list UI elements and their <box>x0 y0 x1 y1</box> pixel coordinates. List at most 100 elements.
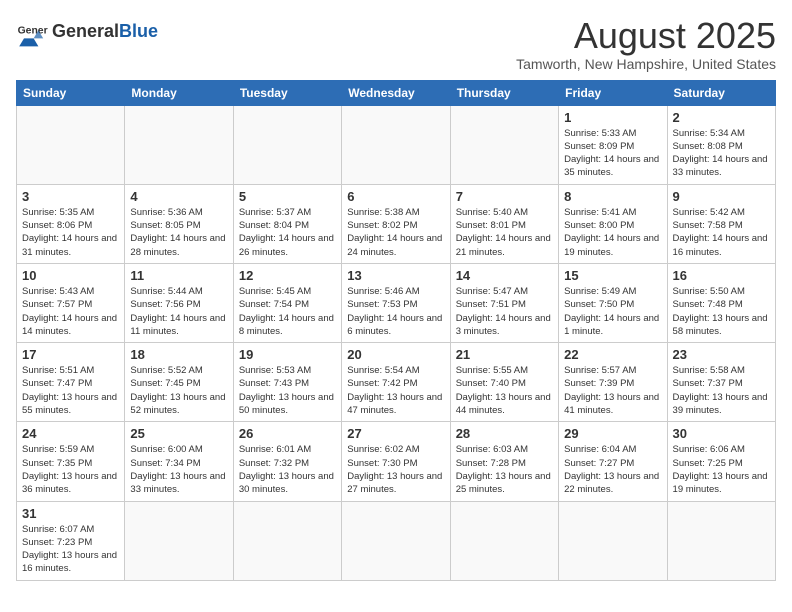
day-header-thursday: Thursday <box>450 80 558 105</box>
calendar-cell: 16 Sunrise: 5:50 AM Sunset: 7:48 PM Dayli… <box>667 263 775 342</box>
day-info: Sunrise: 5:36 AM Sunset: 8:05 PM Dayligh… <box>130 206 227 259</box>
day-number: 6 <box>347 189 444 204</box>
calendar-cell: 21 Sunrise: 5:55 AM Sunset: 7:40 PM Dayli… <box>450 343 558 422</box>
calendar-cell: 31 Sunrise: 6:07 AM Sunset: 7:23 PM Dayli… <box>17 501 125 580</box>
day-number: 31 <box>22 506 119 521</box>
calendar-cell: 20Sunrise: 5:54 AM Sunset: 7:42 PM Dayli… <box>342 343 450 422</box>
calendar-cell <box>233 105 341 184</box>
day-number: 1 <box>564 110 661 125</box>
calendar-cell <box>233 501 341 580</box>
day-number: 12 <box>239 268 336 283</box>
calendar-cell: 15 Sunrise: 5:49 AM Sunset: 7:50 PM Dayli… <box>559 263 667 342</box>
day-number: 14 <box>456 268 553 283</box>
calendar-cell: 14 Sunrise: 5:47 AM Sunset: 7:51 PM Dayli… <box>450 263 558 342</box>
day-info: Sunrise: 5:35 AM Sunset: 8:06 PM Dayligh… <box>22 206 119 259</box>
day-header-friday: Friday <box>559 80 667 105</box>
day-info: Sunrise: 5:51 AM Sunset: 7:47 PM Dayligh… <box>22 364 119 417</box>
day-number: 11 <box>130 268 227 283</box>
day-info: Sunrise: 5:33 AM Sunset: 8:09 PM Dayligh… <box>564 127 661 180</box>
day-info: Sunrise: 5:43 AM Sunset: 7:57 PM Dayligh… <box>22 285 119 338</box>
day-info: Sunrise: 5:53 AM Sunset: 7:43 PM Dayligh… <box>239 364 336 417</box>
calendar-cell <box>667 501 775 580</box>
calendar-cell: 30 Sunrise: 6:06 AM Sunset: 7:25 PM Dayli… <box>667 422 775 501</box>
day-info: Sunrise: 6:01 AM Sunset: 7:32 PM Dayligh… <box>239 443 336 496</box>
calendar-cell: 13 Sunrise: 5:46 AM Sunset: 7:53 PM Dayli… <box>342 263 450 342</box>
logo: General GeneralBlue <box>16 16 158 48</box>
day-info: Sunrise: 5:37 AM Sunset: 8:04 PM Dayligh… <box>239 206 336 259</box>
day-number: 8 <box>564 189 661 204</box>
day-info: Sunrise: 5:46 AM Sunset: 7:53 PM Dayligh… <box>347 285 444 338</box>
day-header-tuesday: Tuesday <box>233 80 341 105</box>
day-info: Sunrise: 5:47 AM Sunset: 7:51 PM Dayligh… <box>456 285 553 338</box>
day-number: 17 <box>22 347 119 362</box>
calendar-cell: 3Sunrise: 5:35 AM Sunset: 8:06 PM Daylig… <box>17 184 125 263</box>
day-info: Sunrise: 5:59 AM Sunset: 7:35 PM Dayligh… <box>22 443 119 496</box>
day-number: 7 <box>456 189 553 204</box>
day-number: 9 <box>673 189 770 204</box>
day-info: Sunrise: 5:44 AM Sunset: 7:56 PM Dayligh… <box>130 285 227 338</box>
calendar-cell: 24Sunrise: 5:59 AM Sunset: 7:35 PM Dayli… <box>17 422 125 501</box>
calendar-cell: 6 Sunrise: 5:38 AM Sunset: 8:02 PM Daylig… <box>342 184 450 263</box>
calendar-cell: 5Sunrise: 5:37 AM Sunset: 8:04 PM Daylig… <box>233 184 341 263</box>
logo-blue: Blue <box>119 21 158 41</box>
day-header-saturday: Saturday <box>667 80 775 105</box>
calendar-cell: 12 Sunrise: 5:45 AM Sunset: 7:54 PM Dayli… <box>233 263 341 342</box>
day-info: Sunrise: 5:49 AM Sunset: 7:50 PM Dayligh… <box>564 285 661 338</box>
calendar-week-row: 10 Sunrise: 5:43 AM Sunset: 7:57 PM Dayli… <box>17 263 776 342</box>
calendar-week-row: 1 Sunrise: 5:33 AM Sunset: 8:09 PM Daylig… <box>17 105 776 184</box>
calendar-cell: 29Sunrise: 6:04 AM Sunset: 7:27 PM Dayli… <box>559 422 667 501</box>
day-number: 20 <box>347 347 444 362</box>
day-number: 10 <box>22 268 119 283</box>
day-number: 30 <box>673 426 770 441</box>
logo-text-block: GeneralBlue <box>52 22 158 42</box>
day-number: 22 <box>564 347 661 362</box>
page-header: General GeneralBlue August 2025 Tamworth… <box>16 16 776 72</box>
calendar-cell <box>342 105 450 184</box>
day-info: Sunrise: 5:40 AM Sunset: 8:01 PM Dayligh… <box>456 206 553 259</box>
calendar-cell <box>342 501 450 580</box>
day-info: Sunrise: 5:42 AM Sunset: 7:58 PM Dayligh… <box>673 206 770 259</box>
calendar-cell: 23Sunrise: 5:58 AM Sunset: 7:37 PM Dayli… <box>667 343 775 422</box>
calendar-week-row: 24Sunrise: 5:59 AM Sunset: 7:35 PM Dayli… <box>17 422 776 501</box>
day-info: Sunrise: 6:04 AM Sunset: 7:27 PM Dayligh… <box>564 443 661 496</box>
title-block: August 2025 Tamworth, New Hampshire, Uni… <box>516 16 776 72</box>
day-number: 13 <box>347 268 444 283</box>
day-header-wednesday: Wednesday <box>342 80 450 105</box>
day-info: Sunrise: 5:52 AM Sunset: 7:45 PM Dayligh… <box>130 364 227 417</box>
calendar-cell: 2Sunrise: 5:34 AM Sunset: 8:08 PM Daylig… <box>667 105 775 184</box>
day-number: 4 <box>130 189 227 204</box>
calendar-cell <box>125 501 233 580</box>
day-info: Sunrise: 6:00 AM Sunset: 7:34 PM Dayligh… <box>130 443 227 496</box>
day-number: 15 <box>564 268 661 283</box>
logo-icon: General <box>16 16 48 48</box>
day-info: Sunrise: 5:41 AM Sunset: 8:00 PM Dayligh… <box>564 206 661 259</box>
calendar-cell <box>17 105 125 184</box>
calendar-cell: 22 Sunrise: 5:57 AM Sunset: 7:39 PM Dayli… <box>559 343 667 422</box>
calendar-cell: 28 Sunrise: 6:03 AM Sunset: 7:28 PM Dayli… <box>450 422 558 501</box>
calendar-cell: 8 Sunrise: 5:41 AM Sunset: 8:00 PM Daylig… <box>559 184 667 263</box>
day-info: Sunrise: 6:07 AM Sunset: 7:23 PM Dayligh… <box>22 523 119 576</box>
calendar-week-row: 31 Sunrise: 6:07 AM Sunset: 7:23 PM Dayli… <box>17 501 776 580</box>
calendar-cell <box>125 105 233 184</box>
calendar-cell <box>559 501 667 580</box>
calendar-cell: 10 Sunrise: 5:43 AM Sunset: 7:57 PM Dayli… <box>17 263 125 342</box>
day-info: Sunrise: 5:45 AM Sunset: 7:54 PM Dayligh… <box>239 285 336 338</box>
day-number: 16 <box>673 268 770 283</box>
day-number: 2 <box>673 110 770 125</box>
day-info: Sunrise: 6:03 AM Sunset: 7:28 PM Dayligh… <box>456 443 553 496</box>
day-number: 18 <box>130 347 227 362</box>
day-number: 28 <box>456 426 553 441</box>
calendar-week-row: 17 Sunrise: 5:51 AM Sunset: 7:47 PM Dayli… <box>17 343 776 422</box>
day-number: 21 <box>456 347 553 362</box>
day-info: Sunrise: 5:50 AM Sunset: 7:48 PM Dayligh… <box>673 285 770 338</box>
day-info: Sunrise: 5:57 AM Sunset: 7:39 PM Dayligh… <box>564 364 661 417</box>
day-info: Sunrise: 5:55 AM Sunset: 7:40 PM Dayligh… <box>456 364 553 417</box>
calendar-cell: 25Sunrise: 6:00 AM Sunset: 7:34 PM Dayli… <box>125 422 233 501</box>
calendar-cell: 26Sunrise: 6:01 AM Sunset: 7:32 PM Dayli… <box>233 422 341 501</box>
day-info: Sunrise: 6:06 AM Sunset: 7:25 PM Dayligh… <box>673 443 770 496</box>
day-info: Sunrise: 5:38 AM Sunset: 8:02 PM Dayligh… <box>347 206 444 259</box>
calendar-week-row: 3Sunrise: 5:35 AM Sunset: 8:06 PM Daylig… <box>17 184 776 263</box>
calendar-cell <box>450 501 558 580</box>
day-number: 27 <box>347 426 444 441</box>
calendar-cell: 1 Sunrise: 5:33 AM Sunset: 8:09 PM Daylig… <box>559 105 667 184</box>
